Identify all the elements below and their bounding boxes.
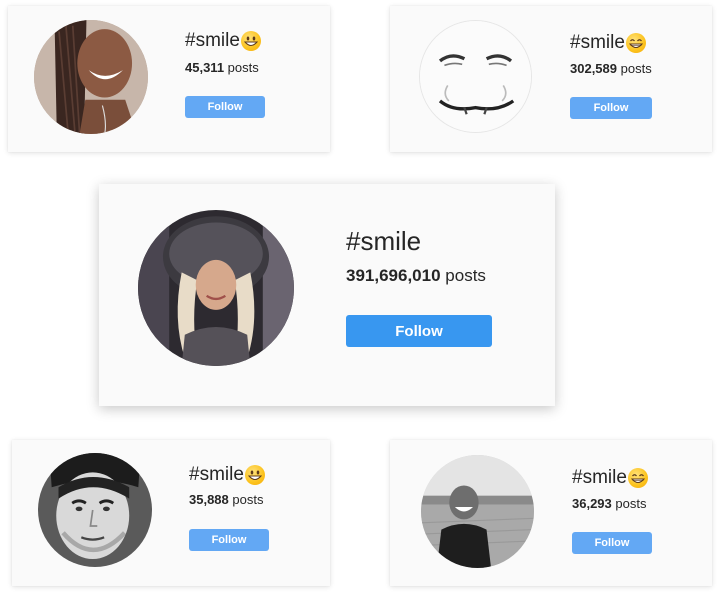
hashtag-text: #smile [570,32,625,53]
hashtag-title: #smile [572,465,648,491]
avatar[interactable] [421,455,534,568]
avatar[interactable] [419,20,532,133]
hashtag-title: #smile [346,224,421,258]
hashtag-card: #smile 35,888 posts Follow [12,440,330,586]
post-count: 302,589 posts [570,61,652,76]
hashtag-title: #smile [189,462,265,488]
post-count-number: 391,696,010 [346,266,441,285]
follow-button[interactable]: Follow [185,96,265,118]
post-count-number: 45,311 [185,60,225,75]
post-count-number: 302,589 [570,61,617,76]
avatar[interactable] [138,210,294,366]
hashtag-card: #smile 45,311 posts Follow [8,6,330,152]
post-count-number: 36,293 [572,496,612,511]
post-count-label: posts [445,266,486,285]
beaming-face-emoji-icon [625,33,646,53]
hashtag-title: #smile [185,28,261,54]
post-count-label: posts [615,496,647,511]
follow-button[interactable]: Follow [570,97,652,119]
post-count-label: posts [227,60,259,75]
follow-button[interactable]: Follow [572,532,652,554]
post-count-label: posts [620,61,652,76]
post-count: 36,293 posts [572,496,646,511]
follow-button[interactable]: Follow [189,529,269,551]
post-count: 35,888 posts [189,492,263,507]
hashtag-text: #smile [572,467,627,488]
hashtag-title: #smile [570,30,646,56]
hashtag-text: #smile [346,225,422,256]
hashtag-text: #smile [185,30,240,51]
post-count: 391,696,010 posts [346,266,486,286]
grinning-face-emoji-icon [240,31,261,51]
post-count: 45,311 posts [185,60,259,75]
hashtag-text: #smile [189,464,244,485]
hashtag-card: #smile 391,696,010 posts Follow [99,184,555,406]
post-count-label: posts [232,492,264,507]
avatar[interactable] [38,453,152,567]
post-count-number: 35,888 [189,492,229,507]
follow-button[interactable]: Follow [346,315,492,347]
hashtag-card: #smile 302,589 posts Follow [390,6,712,152]
avatar[interactable] [34,20,148,134]
grinning-face-emoji-icon [244,465,265,485]
hashtag-card: #smile 36,293 posts Follow [390,440,712,586]
beaming-face-emoji-icon [627,468,648,488]
